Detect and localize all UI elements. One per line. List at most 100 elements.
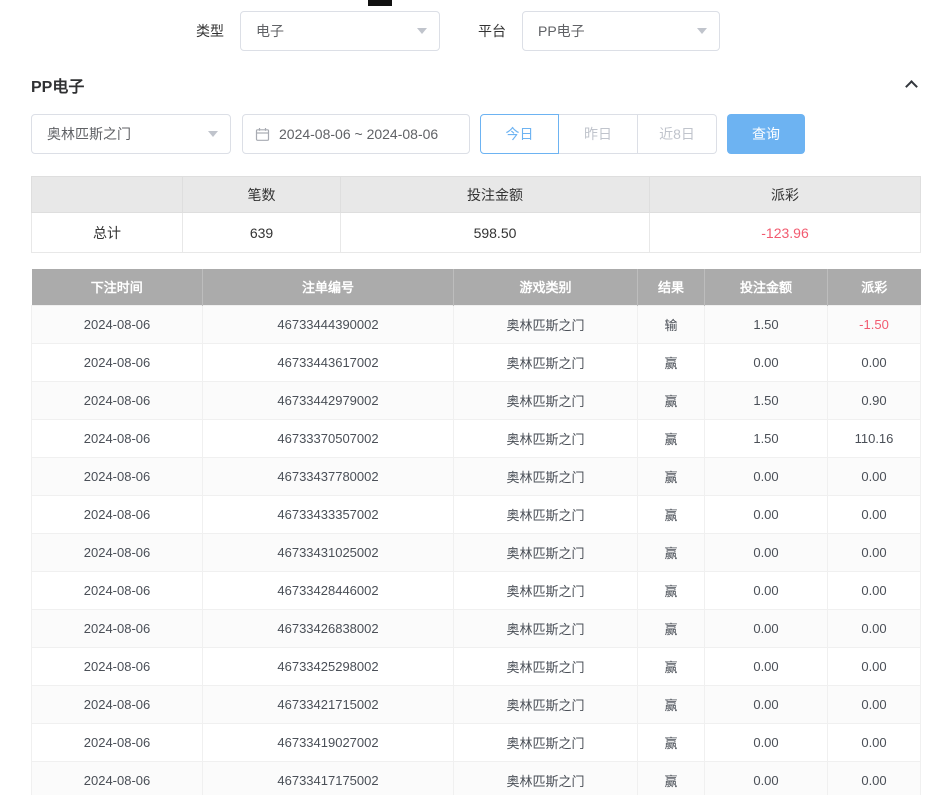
payout-cell: 0.00 xyxy=(828,609,921,647)
table-row: 2024-08-0646733421715002奥林匹斯之门赢0.000.00 xyxy=(32,685,921,723)
yesterday-button[interactable]: 昨日 xyxy=(559,114,638,154)
order-id-cell: 46733426838002 xyxy=(203,609,454,647)
order-id-cell: 46733431025002 xyxy=(203,533,454,571)
payout-cell: 0.00 xyxy=(828,647,921,685)
bet-time-cell: 2024-08-06 xyxy=(32,761,203,795)
payout-cell: 0.00 xyxy=(828,761,921,795)
bet-amount-cell: 0.00 xyxy=(705,761,828,795)
summary-count: 639 xyxy=(183,213,341,253)
game-type-cell: 奥林匹斯之门 xyxy=(454,533,638,571)
bet-time-cell: 2024-08-06 xyxy=(32,533,203,571)
bet-amount-cell: 0.00 xyxy=(705,457,828,495)
platform-label: 平台 xyxy=(478,21,506,41)
summary-header-row: 笔数 投注金额 派彩 xyxy=(32,177,921,213)
payout-cell: -1.50 xyxy=(828,305,921,343)
caret-down-icon xyxy=(697,28,707,34)
bet-amount-cell: 0.00 xyxy=(705,495,828,533)
order-id-cell: 46733370507002 xyxy=(203,419,454,457)
payout-cell: 0.90 xyxy=(828,381,921,419)
game-type-cell: 奥林匹斯之门 xyxy=(454,685,638,723)
payout-cell: 0.00 xyxy=(828,571,921,609)
game-type-cell: 奥林匹斯之门 xyxy=(454,761,638,795)
today-button[interactable]: 今日 xyxy=(480,114,559,154)
bet-time-cell: 2024-08-06 xyxy=(32,571,203,609)
game-select[interactable]: 奥林匹斯之门 xyxy=(31,114,231,154)
order-id-cell: 46733443617002 xyxy=(203,343,454,381)
collapse-button[interactable] xyxy=(903,75,920,95)
summary-payout: -123.96 xyxy=(650,213,921,253)
table-row: 2024-08-0646733417175002奥林匹斯之门赢0.000.00 xyxy=(32,761,921,795)
type-select-value: 电子 xyxy=(256,21,284,41)
bet-time-cell: 2024-08-06 xyxy=(32,685,203,723)
payout-cell: 0.00 xyxy=(828,495,921,533)
result-cell: 赢 xyxy=(638,685,705,723)
platform-select[interactable]: PP电子 xyxy=(522,11,720,51)
date-range-picker[interactable]: 2024-08-06 ~ 2024-08-06 xyxy=(242,114,470,154)
summary-header-blank xyxy=(32,177,183,213)
bet-amount-cell: 0.00 xyxy=(705,343,828,381)
order-id-cell: 46733421715002 xyxy=(203,685,454,723)
game-type-cell: 奥林匹斯之门 xyxy=(454,305,638,343)
caret-down-icon xyxy=(417,28,427,34)
game-type-cell: 奥林匹斯之门 xyxy=(454,419,638,457)
order-id-cell: 46733433357002 xyxy=(203,495,454,533)
section-title: PP电子 xyxy=(31,73,84,97)
game-type-cell: 奥林匹斯之门 xyxy=(454,723,638,761)
table-row: 2024-08-0646733428446002奥林匹斯之门赢0.000.00 xyxy=(32,571,921,609)
order-id-cell: 46733428446002 xyxy=(203,571,454,609)
table-row: 2024-08-0646733444390002奥林匹斯之门输1.50-1.50 xyxy=(32,305,921,343)
summary-bet-amount: 598.50 xyxy=(341,213,650,253)
last-8-days-button[interactable]: 近8日 xyxy=(638,114,717,154)
result-cell: 赢 xyxy=(638,647,705,685)
result-cell: 赢 xyxy=(638,571,705,609)
table-row: 2024-08-0646733443617002奥林匹斯之门赢0.000.00 xyxy=(32,343,921,381)
payout-cell: 0.00 xyxy=(828,723,921,761)
result-cell: 赢 xyxy=(638,761,705,795)
game-select-value: 奥林匹斯之门 xyxy=(47,124,131,144)
type-label: 类型 xyxy=(196,21,224,41)
caret-down-icon xyxy=(208,131,218,137)
calendar-icon xyxy=(255,127,270,142)
bet-amount-cell: 0.00 xyxy=(705,685,828,723)
bet-time-cell: 2024-08-06 xyxy=(32,381,203,419)
order-id-cell: 46733442979002 xyxy=(203,381,454,419)
table-row: 2024-08-0646733442979002奥林匹斯之门赢1.500.90 xyxy=(32,381,921,419)
order-id-cell: 46733425298002 xyxy=(203,647,454,685)
summary-header-payout: 派彩 xyxy=(650,177,921,213)
top-filter-row: 类型 电子 平台 PP电子 xyxy=(0,0,951,62)
summary-header-count: 笔数 xyxy=(183,177,341,213)
bet-amount-cell: 1.50 xyxy=(705,381,828,419)
game-type-cell: 奥林匹斯之门 xyxy=(454,647,638,685)
bet-time-cell: 2024-08-06 xyxy=(32,305,203,343)
records-header-order-id: 注单编号 xyxy=(203,269,454,305)
summary-total-label: 总计 xyxy=(32,213,183,253)
result-cell: 输 xyxy=(638,305,705,343)
result-cell: 赢 xyxy=(638,533,705,571)
order-id-cell: 46733417175002 xyxy=(203,761,454,795)
game-type-cell: 奥林匹斯之门 xyxy=(454,381,638,419)
top-notch-decoration xyxy=(368,0,392,6)
bet-amount-cell: 1.50 xyxy=(705,419,828,457)
type-select[interactable]: 电子 xyxy=(240,11,440,51)
filter-bar: 奥林匹斯之门 2024-08-06 ~ 2024-08-06 今日 昨日 近8日… xyxy=(0,114,951,154)
bet-amount-cell: 0.00 xyxy=(705,647,828,685)
result-cell: 赢 xyxy=(638,723,705,761)
order-id-cell: 46733437780002 xyxy=(203,457,454,495)
records-header-row: 下注时间 注单编号 游戏类别 结果 投注金额 派彩 xyxy=(32,269,921,305)
bet-time-cell: 2024-08-06 xyxy=(32,457,203,495)
bet-time-cell: 2024-08-06 xyxy=(32,343,203,381)
game-type-cell: 奥林匹斯之门 xyxy=(454,571,638,609)
order-id-cell: 46733444390002 xyxy=(203,305,454,343)
game-type-cell: 奥林匹斯之门 xyxy=(454,457,638,495)
payout-cell: 0.00 xyxy=(828,343,921,381)
records-header-game-type: 游戏类别 xyxy=(454,269,638,305)
table-row: 2024-08-0646733433357002奥林匹斯之门赢0.000.00 xyxy=(32,495,921,533)
summary-total-row: 总计 639 598.50 -123.96 xyxy=(32,213,921,253)
query-button[interactable]: 查询 xyxy=(727,114,805,154)
payout-cell: 0.00 xyxy=(828,685,921,723)
result-cell: 赢 xyxy=(638,419,705,457)
bet-amount-cell: 0.00 xyxy=(705,533,828,571)
summary-header-bet-amount: 投注金额 xyxy=(341,177,650,213)
section-header: PP电子 xyxy=(0,70,951,100)
records-header-bet-amount: 投注金额 xyxy=(705,269,828,305)
